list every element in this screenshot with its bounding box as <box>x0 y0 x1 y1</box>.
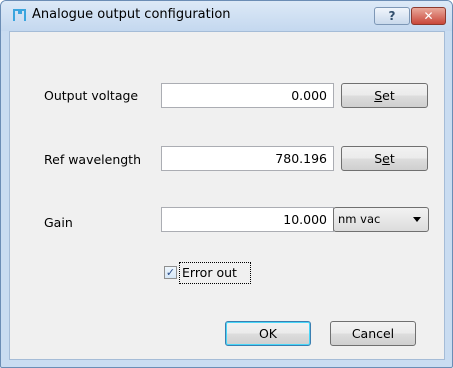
ref-wavelength-label: Ref wavelength <box>44 152 142 167</box>
output-voltage-field[interactable]: 0.000 <box>161 83 334 108</box>
output-voltage-label: Output voltage <box>44 88 139 103</box>
dialog-window: Analogue output configuration ? ✕ Output… <box>0 0 453 368</box>
set-ref-wavelength-button[interactable]: Set <box>341 146 428 171</box>
close-icon: ✕ <box>423 9 434 23</box>
window-title: Analogue output configuration <box>32 7 231 22</box>
app-logo-icon <box>13 9 26 21</box>
help-button[interactable]: ? <box>374 7 410 25</box>
ok-button[interactable]: OK <box>225 321 311 346</box>
gain-field[interactable]: 10.000 <box>161 207 334 232</box>
cancel-button[interactable]: Cancel <box>330 321 416 346</box>
error-out-checkbox[interactable]: ✓ <box>164 266 177 279</box>
set-output-voltage-button[interactable]: Set <box>341 83 428 108</box>
title-bar[interactable]: Analogue output configuration ? ✕ <box>1 1 452 31</box>
gain-unit-dropdown[interactable]: nm vac <box>333 207 429 232</box>
close-button[interactable]: ✕ <box>411 7 446 25</box>
set-button-label-prefix: S <box>374 151 383 166</box>
dialog-body: Output voltage 0.000 Set Ref wavelength … <box>9 31 445 360</box>
set-button-accelerator: S <box>374 88 383 103</box>
chevron-down-icon <box>413 217 421 222</box>
check-icon: ✓ <box>165 266 176 279</box>
gain-unit-selected: nm vac <box>338 212 381 226</box>
error-out-label[interactable]: Error out <box>182 265 237 280</box>
set-button-label-suffix: t <box>389 151 395 166</box>
gain-label: Gain <box>44 215 73 230</box>
ref-wavelength-field[interactable]: 780.196 <box>161 146 334 171</box>
set-button-label-suffix: et <box>382 88 395 103</box>
help-icon: ? <box>388 9 396 23</box>
set-button-accelerator: e <box>382 151 390 166</box>
